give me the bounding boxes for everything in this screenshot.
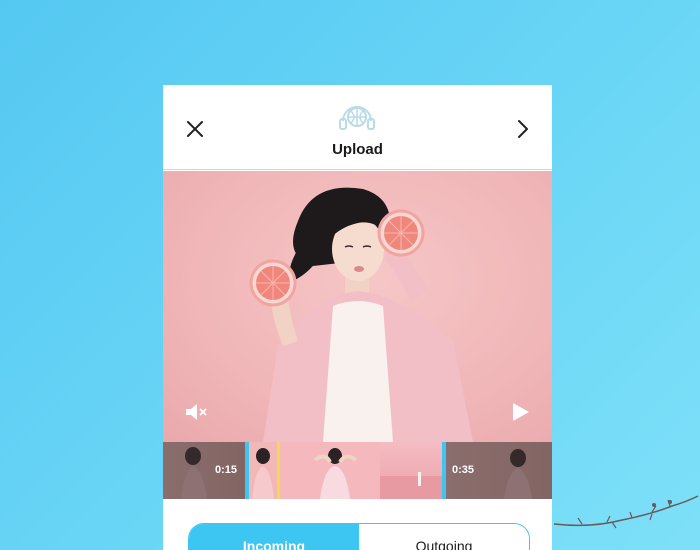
upload-card: Upload 0:15 0:35 Incoming Outgoing [163, 85, 552, 550]
mute-icon[interactable] [183, 401, 209, 423]
timeline-start-time: 0:15 [215, 464, 238, 476]
page-title: Upload [332, 141, 383, 158]
close-icon[interactable] [183, 117, 207, 141]
branch-decoration [553, 495, 699, 529]
play-icon[interactable] [509, 401, 531, 423]
globe-headphones-icon [339, 106, 375, 130]
video-timeline[interactable]: 0:15 0:35 [163, 442, 552, 499]
video-preview[interactable] [163, 171, 552, 442]
chevron-right-icon[interactable] [511, 117, 535, 141]
timeline-end-time: 0:35 [452, 464, 475, 476]
timeline-frame [380, 442, 442, 499]
timeline-frame [249, 442, 277, 499]
tab-incoming[interactable]: Incoming [189, 524, 359, 550]
header: Upload [163, 85, 552, 170]
timeline-frame [280, 442, 380, 499]
video-frame-illustration [249, 187, 473, 442]
segmented-tabs: Incoming Outgoing [188, 523, 530, 550]
header-divider [163, 169, 552, 170]
tab-outgoing[interactable]: Outgoing [359, 524, 529, 550]
